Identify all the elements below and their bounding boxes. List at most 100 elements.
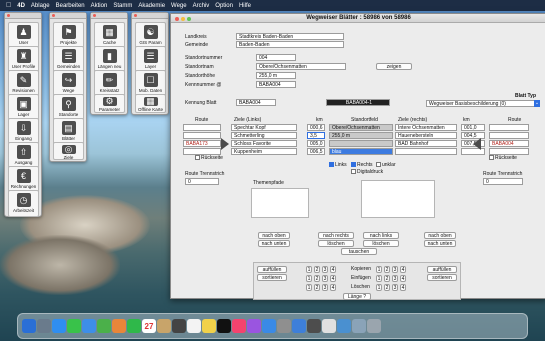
standortnummer-field[interactable]: 004 <box>256 54 296 61</box>
contacts-icon[interactable] <box>157 319 171 333</box>
auffuellen-right-button[interactable]: auffüllen <box>427 266 457 273</box>
cache-button[interactable]: ▦ Cache <box>94 22 125 49</box>
standorte-button[interactable]: ⚲ Standorte <box>53 94 84 121</box>
paste-left-3[interactable]: 3 <box>322 275 328 282</box>
wege-button[interactable]: ↪ Wege <box>53 70 84 97</box>
menu-hilfe[interactable]: Hilfe <box>239 3 251 9</box>
messages-icon[interactable] <box>67 319 81 333</box>
system-preferences-icon[interactable] <box>277 319 291 333</box>
terminal-icon[interactable] <box>307 319 321 333</box>
notes-icon[interactable] <box>202 319 216 333</box>
paste-right-3[interactable]: 3 <box>392 275 398 282</box>
loeschen-right-button[interactable]: löschen <box>363 240 399 247</box>
km-left-2[interactable]: 3,5 <box>307 132 325 139</box>
copy-right-2[interactable]: 2 <box>384 266 390 273</box>
downloads-icon[interactable] <box>352 319 366 333</box>
route-right-select-2[interactable] <box>489 132 529 139</box>
standortfeld-row-3[interactable] <box>329 140 393 147</box>
loeschen-left-button[interactable]: löschen <box>318 240 354 247</box>
4d-app-icon[interactable] <box>172 319 186 333</box>
ziel-left-1[interactable]: Spechtar Kopf <box>231 124 297 131</box>
delete-left-2[interactable]: 2 <box>314 284 320 291</box>
safari-icon[interactable] <box>52 319 66 333</box>
paste-left-1[interactable]: 1 <box>306 275 312 282</box>
rechts-checkbox[interactable]: Rechts <box>351 162 373 169</box>
menu-aktion[interactable]: Aktion <box>91 3 108 9</box>
themenpfade-left-list[interactable] <box>251 188 309 218</box>
digitaldruck-checkbox[interactable]: Digitaldruck <box>351 169 383 176</box>
copy-right-3[interactable]: 3 <box>392 266 398 273</box>
finder-icon[interactable] <box>22 319 36 333</box>
nach-oben-left-button[interactable]: nach oben <box>258 232 290 239</box>
gemeinden-button[interactable]: ☰ Gemeinden <box>53 46 84 73</box>
ziel-right-1[interactable]: Intere Ochsenmatten <box>395 124 457 131</box>
menu-akademie[interactable]: Akademie <box>138 3 165 9</box>
ziel-left-4[interactable]: Kuppenheim <box>231 148 297 155</box>
copy-left-1[interactable]: 1 <box>306 266 312 273</box>
mob-daten-button[interactable]: ☐ Mob. Daten <box>135 70 166 97</box>
blatt-typ-select[interactable]: Wegweiser Basisbeschilderung (0) <box>426 100 540 107</box>
copy-left-3[interactable]: 3 <box>322 266 328 273</box>
eingang-button[interactable]: ⇩ Eingang <box>8 118 39 145</box>
copy-left-2[interactable]: 2 <box>314 266 320 273</box>
launchpad-icon[interactable] <box>37 319 51 333</box>
delete-right-2[interactable]: 2 <box>384 284 390 291</box>
laengen-neu-button[interactable]: ▮ Längen neu <box>94 46 125 73</box>
route-right-select-1[interactable] <box>489 124 529 131</box>
delete-left-4[interactable]: 4 <box>330 284 336 291</box>
lager-button[interactable]: ▣ Lager <box>8 94 39 121</box>
paste-left-4[interactable]: 4 <box>330 275 336 282</box>
kennnummer-field[interactable]: BABA004 <box>256 81 296 88</box>
route-left-select-4[interactable] <box>183 148 221 155</box>
route-left-select-2[interactable] <box>183 132 221 139</box>
user-profile-button[interactable]: ♜ User Profile <box>8 46 39 73</box>
ausgang-button[interactable]: ⇧ Ausgang <box>8 142 39 169</box>
farbe-select[interactable]: blau <box>329 148 393 155</box>
folder-icon[interactable] <box>337 319 351 333</box>
menu-archiv[interactable]: Archiv <box>193 3 210 9</box>
ziel-right-3[interactable]: BAD Bahnhof <box>395 140 457 147</box>
keynote-icon[interactable] <box>292 319 306 333</box>
ziel-right-4[interactable] <box>395 148 457 155</box>
route-right-field[interactable]: BABA004 <box>489 140 529 147</box>
menu-wege[interactable]: Wege <box>171 3 187 9</box>
mail-icon[interactable] <box>82 319 96 333</box>
facetime-icon[interactable] <box>127 319 141 333</box>
nach-rechts-button[interactable]: nach rechts <box>318 232 354 239</box>
offline-karte-button[interactable]: ▦ Offline Karte <box>135 94 166 113</box>
km-left-1[interactable]: 000,6 <box>307 124 325 131</box>
apple-menu-icon[interactable]:  <box>6 2 11 9</box>
projekte-button[interactable]: ⚑ Projekte <box>53 22 84 49</box>
standortname-field[interactable]: Obere/Ochsenmatten <box>256 63 346 70</box>
route-trennstrich-right-select[interactable]: 0 <box>483 178 523 185</box>
nach-oben-right-button[interactable]: nach oben <box>424 232 456 239</box>
delete-left-3[interactable]: 3 <box>322 284 328 291</box>
route-left-field[interactable]: BABA173 <box>183 140 221 147</box>
photos-icon[interactable] <box>112 319 126 333</box>
user-button[interactable]: ♟ User <box>8 22 39 49</box>
preview-icon[interactable] <box>322 319 336 333</box>
layer-button[interactable]: ☰ Layer <box>135 46 166 73</box>
standortfeld-row-2[interactable]: 255,0 m <box>329 132 393 139</box>
nach-unten-left-button[interactable]: nach unten <box>258 240 290 247</box>
podcasts-icon[interactable] <box>247 319 261 333</box>
auffuellen-left-button[interactable]: auffüllen <box>257 266 287 273</box>
arbeitszeit-button[interactable]: ◷ Arbeitszeit <box>8 190 39 217</box>
delete-right-1[interactable]: 1 <box>376 284 382 291</box>
themenpfade-right-list[interactable] <box>361 180 435 218</box>
parameter-button[interactable]: ⚙ Parameter <box>94 94 125 113</box>
zoom-icon[interactable] <box>187 17 191 21</box>
copy-right-1[interactable]: 1 <box>376 266 382 273</box>
km-right-1[interactable]: 001,0 <box>461 124 485 131</box>
ziel-right-2[interactable]: Hauenebersteln <box>395 132 457 139</box>
rueckseite-left-checkbox[interactable]: Rückseite <box>195 155 223 162</box>
menu-stamm[interactable]: Stamm <box>113 3 132 9</box>
blaetter-button[interactable]: ▤ Blätter <box>53 118 84 145</box>
delete-left-1[interactable]: 1 <box>306 284 312 291</box>
landkreis-field[interactable]: Stadtkreis Baden-Baden <box>236 33 344 40</box>
maps-icon[interactable] <box>97 319 111 333</box>
calendar-icon[interactable]: 27 <box>142 319 156 333</box>
menu-bearbeiten[interactable]: Bearbeiten <box>56 3 85 9</box>
sortieren-right-button[interactable]: sortieren <box>427 274 457 281</box>
ziel-left-3[interactable]: Schloss Favorite <box>231 140 297 147</box>
